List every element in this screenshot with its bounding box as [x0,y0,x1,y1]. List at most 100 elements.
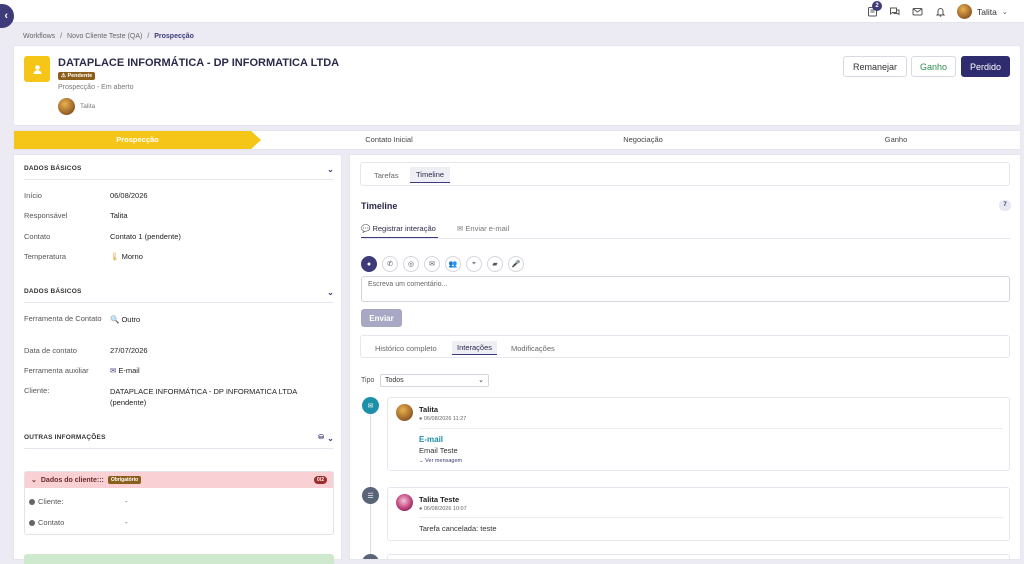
history-filter-tabs: Histórico completo Interações Modificaçõ… [360,335,1010,358]
tab-tarefas[interactable]: Tarefas [369,169,404,182]
tab-historico-completo[interactable]: Histórico completo [370,342,442,355]
tipo-select[interactable]: Todos ⌄ [380,374,489,387]
section-title: OUTRAS INFORMAÇÕES [24,434,106,441]
client-row: Cliente: [29,497,63,506]
mail-icon: ✉ [110,366,117,375]
entry-author: Talita [419,405,439,414]
avatar [396,404,413,421]
divider [419,428,1003,429]
field-value: Morno [121,252,143,261]
breadcrumb-current: Prospecção [154,33,194,40]
step-prospeccao[interactable]: Prospecção [14,131,261,149]
count-badge: 0/2 [314,476,327,484]
email-channel-button[interactable]: ✉ [424,256,440,272]
owner: Talita [58,98,95,115]
tipo-value: Todos [385,377,404,384]
bell-icon[interactable] [934,5,947,18]
details-panel: DADOS BÁSICOS ⌄ Início 06/08/2026 Respon… [13,154,342,564]
row-value: - [125,518,128,527]
database-icon[interactable]: ⛁ [318,433,324,441]
field-label: Temperatura [24,252,67,261]
tab-modificacoes[interactable]: Modificações [506,342,560,355]
message-icon: ▰ [492,261,498,268]
tab-timeline[interactable]: Timeline [410,167,451,183]
field-value: 27/07/2026 [110,346,148,355]
view-message-link[interactable]: ⌄ Ver mensagem [419,458,462,464]
temperature-value: 🌡 Morno [110,252,143,261]
phone-channel-button[interactable]: ✆ [382,256,398,272]
tab-registrar-interacao[interactable]: 💬 Registrar interação [361,224,438,238]
field-value: 06/08/2026 [110,191,148,200]
users-icon: 👥 [448,261,458,268]
section-title: DADOS BÁSICOS [24,288,82,295]
header-card: DATAPLACE INFORMÁTICA - DP INFORMATICA L… [13,45,1021,126]
tasks-icon[interactable]: 2 [866,1,882,18]
entry-time: ● 06/08/2026 10:07 [419,506,467,512]
chat-channel-button[interactable]: ● [361,256,377,272]
client-data-header[interactable]: ⌄ Dados do cliente::: Obrigatório 0/2 [25,472,333,488]
entry-text: Tarefa cancelada: teste [419,524,497,533]
entry-type: E-mail [419,435,444,444]
timeline-entry [387,554,1010,559]
step-negociacao[interactable]: Negociação [518,131,768,149]
tab-label: Registrar interação [372,224,436,233]
remanejar-button[interactable]: Remanejar [843,56,907,77]
section-outras-informacoes[interactable]: OUTRAS INFORMAÇÕES ⌄ ⛁ [24,434,334,449]
chevron-down-icon[interactable]: ⌄ [327,165,334,174]
comment-input[interactable]: Escreva um comentário... [361,276,1010,302]
person-icon [24,56,50,82]
location-pin-icon: ⌖ [472,260,476,267]
breadcrumb-link-workflow[interactable]: Novo Cliente Teste (QA) [67,33,142,40]
owner-name: Talita [80,103,96,110]
clock-icon: ● [419,416,423,422]
step-ganho[interactable]: Ganho [771,131,1021,149]
mail-icon[interactable] [911,5,924,18]
client-data-box: ⌄ Dados do cliente::: Obrigatório 0/2 Cl… [24,471,334,535]
link-label: Ver mensagem [425,458,463,464]
dot-icon [29,520,35,527]
message-channel-button[interactable]: ▰ [487,256,503,272]
chevron-down-icon: ⌄ [31,477,37,484]
top-tabs: Tarefas Timeline [360,162,1010,186]
chat-icon: 💬 [361,224,371,233]
timeline-count-badge: 7 [999,200,1011,211]
top-bar: 2 Talita ⌄ [0,0,1024,23]
breadcrumb-link-workflows[interactable]: Workflows [23,33,55,40]
page-title: DATAPLACE INFORMÁTICA - DP INFORMATICA L… [58,57,340,69]
visit-channel-button[interactable]: ⌖ [466,256,482,272]
green-box-header[interactable] [24,554,334,564]
stage-progress: Prospecção Contato Inicial Negociação Ga… [13,130,1021,150]
tab-enviar-email[interactable]: ✉ Enviar e-mail [457,224,509,233]
audio-channel-button[interactable]: 🎤 [508,256,524,272]
chat-icon[interactable] [888,5,901,18]
row-label: Contato [38,518,65,527]
chat-icon: ● [366,260,372,268]
chevron-down-icon[interactable]: ⌄ [327,434,334,443]
field-label: Ferramenta auxiliar [24,366,89,375]
meeting-channel-button[interactable]: 👥 [445,256,461,272]
chevron-down-icon: ⌄ [478,377,484,384]
whatsapp-icon: ◎ [407,261,415,268]
chevron-down-icon[interactable]: ⌄ [327,288,334,297]
entry-text: Email Teste [419,446,458,455]
perdido-button[interactable]: Perdido [961,56,1010,77]
section-dados-basicos-2[interactable]: DADOS BÁSICOS ⌄ [24,288,334,303]
entry-author: Talita Teste [419,495,460,504]
user-menu[interactable]: Talita ⌄ [957,2,1008,21]
field-label: Cliente: [24,386,50,395]
section-dados-basicos[interactable]: DADOS BÁSICOS ⌄ [24,165,334,180]
whatsapp-channel-button[interactable]: ◎ [403,256,419,272]
mail-icon: ✉ [429,261,435,268]
timeline-panel: Tarefas Timeline Timeline 7 💬 Registrar … [349,154,1021,560]
row-value: - [125,497,128,506]
send-button[interactable]: Enviar [361,309,402,327]
search-icon: 🔍 [110,315,120,324]
tab-interacoes[interactable]: Interações [452,341,498,355]
timeline-title: Timeline [361,201,398,211]
tasks-badge: 2 [872,1,882,11]
ganho-button[interactable]: Ganho [911,56,956,77]
field-value: E-mail [118,366,140,375]
step-contato-inicial[interactable]: Contato Inicial [264,131,514,149]
field-label: Início [24,191,42,200]
timeline-line [370,405,371,559]
